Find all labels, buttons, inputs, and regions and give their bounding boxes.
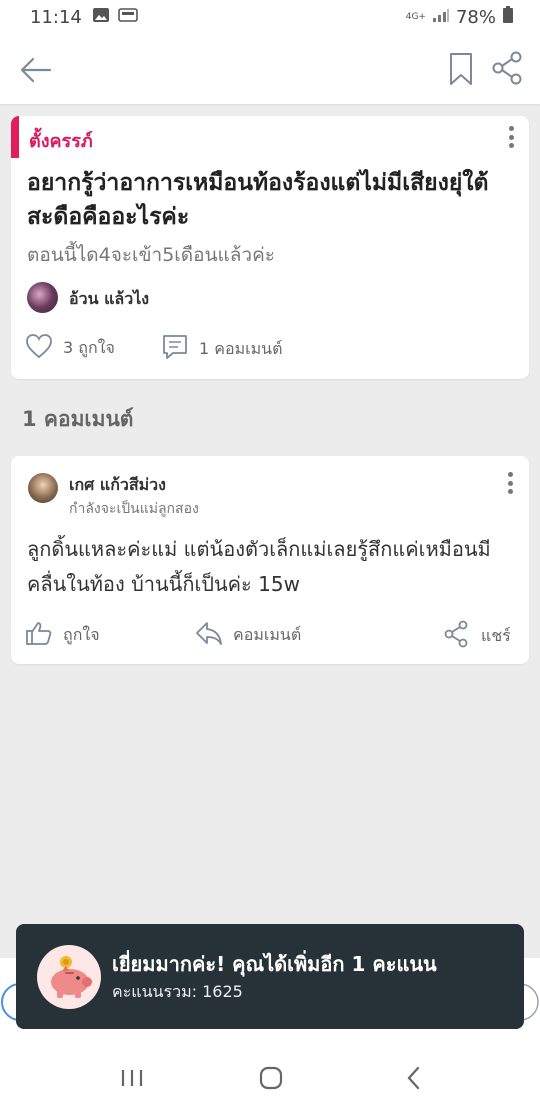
comment-card: เกศ แก้วสีม่วง กำลังจะเป็นแม่ลูกสอง ลูกด… [11,456,529,664]
comment-count-button[interactable]: 1 คอมเมนต์ [161,333,282,365]
author-avatar[interactable] [27,282,58,313]
commenter-avatar[interactable] [28,473,58,503]
battery-level: 78% [455,6,496,28]
reply-icon [195,620,223,650]
bookmark-icon[interactable] [447,51,475,87]
comment-share-icon [443,620,471,652]
commenter-status: กำลังจะเป็นแม่ลูกสอง [69,501,199,517]
like-count: 3 ถูกใจ [63,337,115,357]
app-bar [0,34,540,104]
back-nav-icon[interactable] [402,1066,426,1094]
category-tag[interactable]: ตั้งครรภ์ [29,126,93,155]
category-marker [11,116,19,158]
comment-actions: ถูกใจ คอมเมนต์ แชร์ [25,620,520,650]
back-arrow-icon[interactable] [18,52,54,88]
reward-toast: เยี่ยมมากค่ะ! คุณได้เพิ่มอีก 1 คะแนน คะแ… [16,924,524,1029]
comment-icon [161,333,189,365]
post-card: ตั้งครรภ์ อยากรู้ว่าอาการเหมือนท้องร้องแ… [11,116,529,379]
signal-icon [432,7,450,28]
post-title: อยากรู้ว่าอาการเหมือนท้องร้องแต่ไม่มีเสี… [27,170,489,230]
network-type: 4G+ [405,11,426,22]
heart-icon [25,333,53,363]
comments-section-title: 1 คอมเมนต์ [22,407,134,431]
thumbs-up-icon [25,620,53,650]
comment-more-options-icon[interactable] [498,468,522,498]
comment-reply-label: คอมเมนต์ [233,624,302,644]
commenter-name[interactable]: เกศ แก้วสีม่วง [69,473,166,498]
piggy-bank-icon [37,945,101,1009]
more-options-icon[interactable] [499,122,523,152]
comment-like-button[interactable]: ถูกใจ [25,620,100,650]
author-name[interactable]: อ้วน แล้วไง [69,287,149,312]
battery-icon [502,5,514,29]
like-button[interactable]: 3 ถูกใจ [25,333,115,363]
share-icon[interactable] [490,50,526,86]
status-time: 11:14 [30,6,82,28]
app-notification-icon [118,7,138,28]
comment-share-label: แชร์ [481,625,511,645]
comment-like-label: ถูกใจ [63,624,100,644]
comment-count: 1 คอมเมนต์ [199,338,283,358]
recent-apps-icon[interactable] [120,1066,144,1094]
home-icon[interactable] [258,1066,284,1094]
post-subtitle: ตอนนี้ได4จะเข้า5เดือนแล้วค่ะ [27,244,275,266]
toast-score: คะแนนรวม: 1625 [112,982,243,1001]
toast-message: เยี่ยมมากค่ะ! คุณได้เพิ่มอีก 1 คะแนน [112,952,437,976]
status-bar: 11:14 4G+ 78% [0,0,540,34]
comment-body: ลูกดิ้นแหละค่ะแม่ แต่น้องตัวเล็กแม่เลยรู… [27,537,491,596]
system-nav-bar [0,1046,540,1110]
gallery-icon [92,7,110,28]
comment-reply-button[interactable]: คอมเมนต์ [195,620,301,650]
comment-share-button[interactable]: แชร์ [443,620,511,652]
